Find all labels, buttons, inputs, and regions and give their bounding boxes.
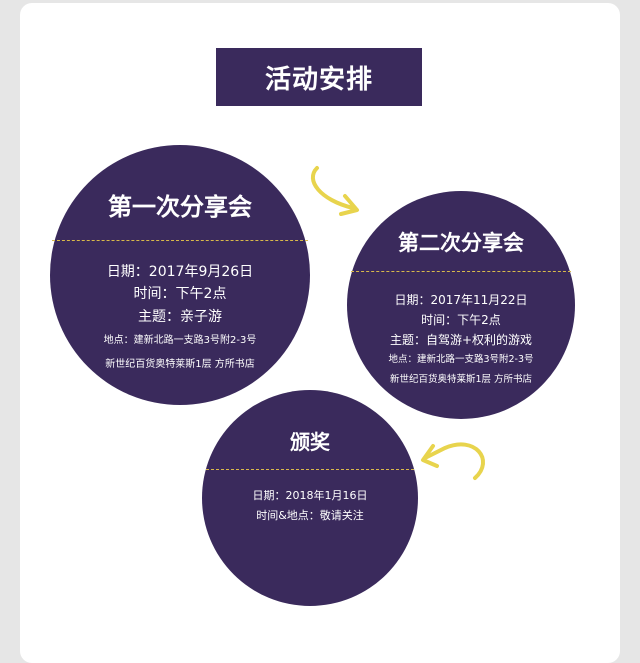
event-name: 第一次分享会 [108, 193, 252, 221]
event-name: 第二次分享会 [398, 231, 524, 255]
curved-arrow-icon [421, 442, 485, 480]
event-circle-3: 颁奖 日期：2018年1月16日 时间&地点：敬请关注 [202, 390, 418, 606]
page-title: 活动安排 [216, 48, 422, 106]
event-venue: 新世纪百货奥特莱斯1层 方所书店 [389, 374, 533, 385]
event-theme: 主题：自驾游+权利的游戏 [389, 333, 533, 347]
event-time: 时间&地点：敬请关注 [256, 509, 364, 522]
event-name: 颁奖 [290, 430, 330, 454]
event-venue: 新世纪百货奥特莱斯1层 方所书店 [105, 359, 255, 370]
divider [52, 240, 308, 241]
event-theme: 主题：亲子游 [138, 309, 222, 325]
divider [351, 271, 571, 272]
event-date: 日期：2017年9月26日 [106, 264, 254, 280]
event-address: 地点：建新北路一支路3号附2-3号 [103, 335, 257, 346]
event-time: 时间：下午2点 [421, 313, 501, 327]
event-address: 地点：建新北路一支路3号附2-3号 [388, 354, 534, 365]
event-date: 日期：2017年11月22日 [394, 293, 528, 307]
curved-arrow-icon [310, 166, 359, 216]
event-circle-2: 第二次分享会 日期：2017年11月22日 时间：下午2点 主题：自驾游+权利的… [347, 191, 575, 419]
event-circle-1: 第一次分享会 日期：2017年9月26日 时间：下午2点 主题：亲子游 地点：建… [50, 145, 310, 405]
event-time: 时间：下午2点 [133, 286, 227, 302]
divider [206, 469, 414, 470]
event-date: 日期：2018年1月16日 [252, 489, 368, 502]
